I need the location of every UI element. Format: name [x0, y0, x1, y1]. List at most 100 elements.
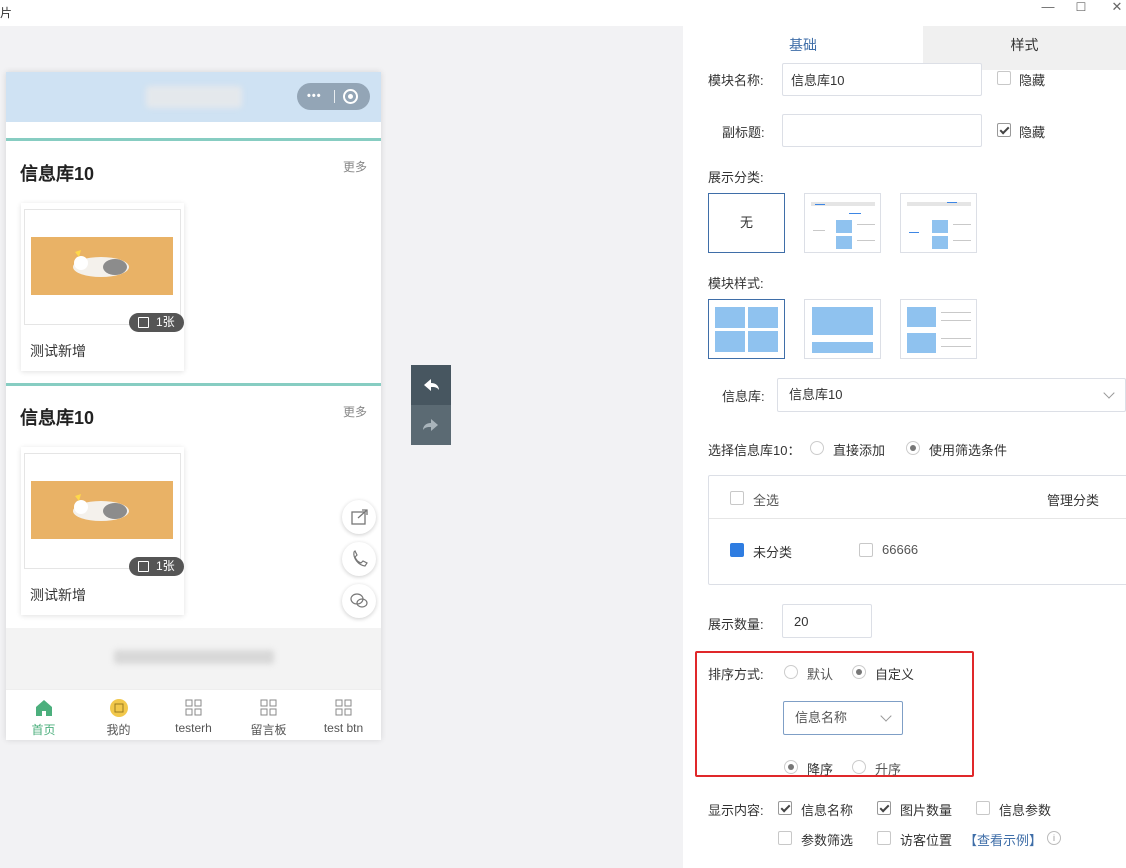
view-example-link[interactable]: 【查看示例】 — [964, 830, 1042, 849]
card-name: 测试新增 — [30, 587, 86, 603]
category-option-top-tabs[interactable] — [804, 193, 881, 253]
cat-image — [31, 481, 173, 539]
phone-preview: ••• 信息库10 更多 1张 测试新增 信息库10 更多 1张 测试新增 首页… — [6, 72, 381, 740]
module-name-hide-checkbox[interactable] — [997, 71, 1011, 85]
sort-label: 排序方式: — [708, 667, 764, 682]
use-filter-radio[interactable] — [906, 441, 920, 455]
option-line — [947, 202, 957, 203]
sort-default-radio[interactable] — [784, 665, 798, 679]
phone-button[interactable] — [342, 542, 376, 576]
category-option-side-tabs[interactable] — [900, 193, 977, 253]
redo-button[interactable] — [411, 405, 451, 445]
style-option-grid[interactable] — [708, 299, 785, 359]
option-line — [941, 312, 971, 313]
subtitle-hide-checkbox[interactable] — [997, 123, 1011, 137]
category-66666-checkbox[interactable] — [859, 543, 873, 557]
style-option-wide[interactable] — [804, 299, 881, 359]
option-block — [812, 342, 873, 353]
tab-home[interactable]: 首页 — [6, 690, 81, 740]
share-button[interactable] — [342, 500, 376, 534]
display-visitor-location-checkbox[interactable] — [877, 831, 891, 845]
count-label: 展示数量: — [708, 617, 764, 632]
close-icon[interactable]: ✕ — [1102, 0, 1126, 22]
more-dots-icon[interactable]: ••• — [307, 90, 322, 102]
count-input[interactable] — [782, 604, 872, 638]
card-name: 测试新增 — [30, 343, 86, 359]
close-circle-icon[interactable] — [343, 89, 358, 104]
use-filter-label: 使用筛选条件 — [929, 443, 1008, 458]
option-line — [813, 230, 825, 231]
miniapp-capsule[interactable]: ••• — [297, 83, 370, 110]
option-line — [953, 224, 971, 225]
share-icon — [351, 509, 368, 525]
title-bar: 片 — ☐ ✕ — [0, 0, 1126, 26]
module-name-input[interactable] — [782, 63, 982, 96]
uncategorized-label: 未分类 — [753, 545, 793, 560]
card-image: 1张 — [24, 209, 184, 332]
window-title: 片 — [0, 6, 13, 20]
minimize-icon[interactable]: — — [1033, 0, 1063, 22]
direct-add-radio[interactable] — [810, 441, 824, 455]
option-line — [849, 213, 861, 214]
grid-icon — [335, 699, 352, 716]
info-section: 信息库10 更多 1张 测试新增 — [6, 138, 381, 382]
chevron-down-icon — [880, 710, 892, 722]
undo-button[interactable] — [411, 365, 451, 405]
subtitle-hide-label: 隐藏 — [1019, 125, 1046, 140]
option-block — [812, 307, 873, 335]
option-line — [815, 204, 825, 205]
chevron-down-icon — [1103, 387, 1115, 399]
option-block — [748, 331, 778, 352]
option-block — [932, 220, 948, 233]
tab-testerh[interactable]: testerh — [156, 690, 231, 740]
section-divider — [6, 383, 381, 386]
display-name-checkbox[interactable] — [778, 801, 792, 815]
maximize-icon[interactable]: ☐ — [1066, 0, 1096, 22]
library-select[interactable]: 信息库10 — [777, 378, 1126, 412]
phone-icon — [353, 549, 368, 567]
sort-desc-radio[interactable] — [784, 760, 798, 774]
home-icon — [36, 700, 52, 716]
capsule-divider — [334, 90, 335, 103]
display-image-count-checkbox[interactable] — [877, 801, 891, 815]
select-all-checkbox[interactable] — [730, 491, 744, 505]
display-name-label: 信息名称 — [801, 803, 854, 818]
uncategorized-checkbox[interactable] — [730, 543, 744, 557]
select-library-label: 选择信息库10： — [708, 443, 801, 458]
style-option-list[interactable] — [900, 299, 977, 359]
section-title: 信息库10 — [20, 408, 95, 428]
tab-mine[interactable]: 我的 — [81, 690, 156, 740]
info-card[interactable]: 1张 测试新增 — [21, 447, 184, 615]
option-line — [909, 232, 919, 233]
sort-field-select[interactable]: 信息名称 — [783, 701, 903, 735]
sort-default-label: 默认 — [807, 667, 834, 682]
image-count-badge: 1张 — [129, 557, 184, 576]
display-params-checkbox[interactable] — [976, 801, 990, 815]
option-line — [941, 338, 971, 339]
category-option-none[interactable]: 无 — [708, 193, 785, 253]
category-66666-label: 66666 — [882, 542, 919, 557]
more-link[interactable]: 更多 — [343, 158, 367, 175]
tab-message-board[interactable]: 留言板 — [231, 690, 306, 740]
info-icon[interactable]: i — [1047, 831, 1061, 845]
profile-icon — [110, 699, 128, 717]
grid-icon — [260, 699, 277, 716]
option-line — [857, 224, 875, 225]
tab-test-btn[interactable]: test btn — [306, 690, 381, 740]
option-bar — [907, 202, 971, 206]
option-line — [857, 240, 875, 241]
subtitle-input[interactable] — [782, 114, 982, 147]
redo-icon — [423, 419, 438, 431]
manage-category-link[interactable]: 管理分类 — [1047, 490, 1099, 509]
select-all-label: 全选 — [753, 493, 780, 508]
display-params-label: 信息参数 — [999, 803, 1052, 818]
wechat-button[interactable] — [342, 584, 376, 618]
info-card[interactable]: 1张 测试新增 — [21, 203, 184, 371]
gallery-icon — [138, 561, 149, 572]
undo-icon — [424, 379, 439, 391]
sort-asc-radio[interactable] — [852, 760, 866, 774]
phone-header: ••• — [6, 72, 381, 122]
display-param-filter-checkbox[interactable] — [778, 831, 792, 845]
more-link[interactable]: 更多 — [343, 403, 367, 420]
sort-custom-radio[interactable] — [852, 665, 866, 679]
